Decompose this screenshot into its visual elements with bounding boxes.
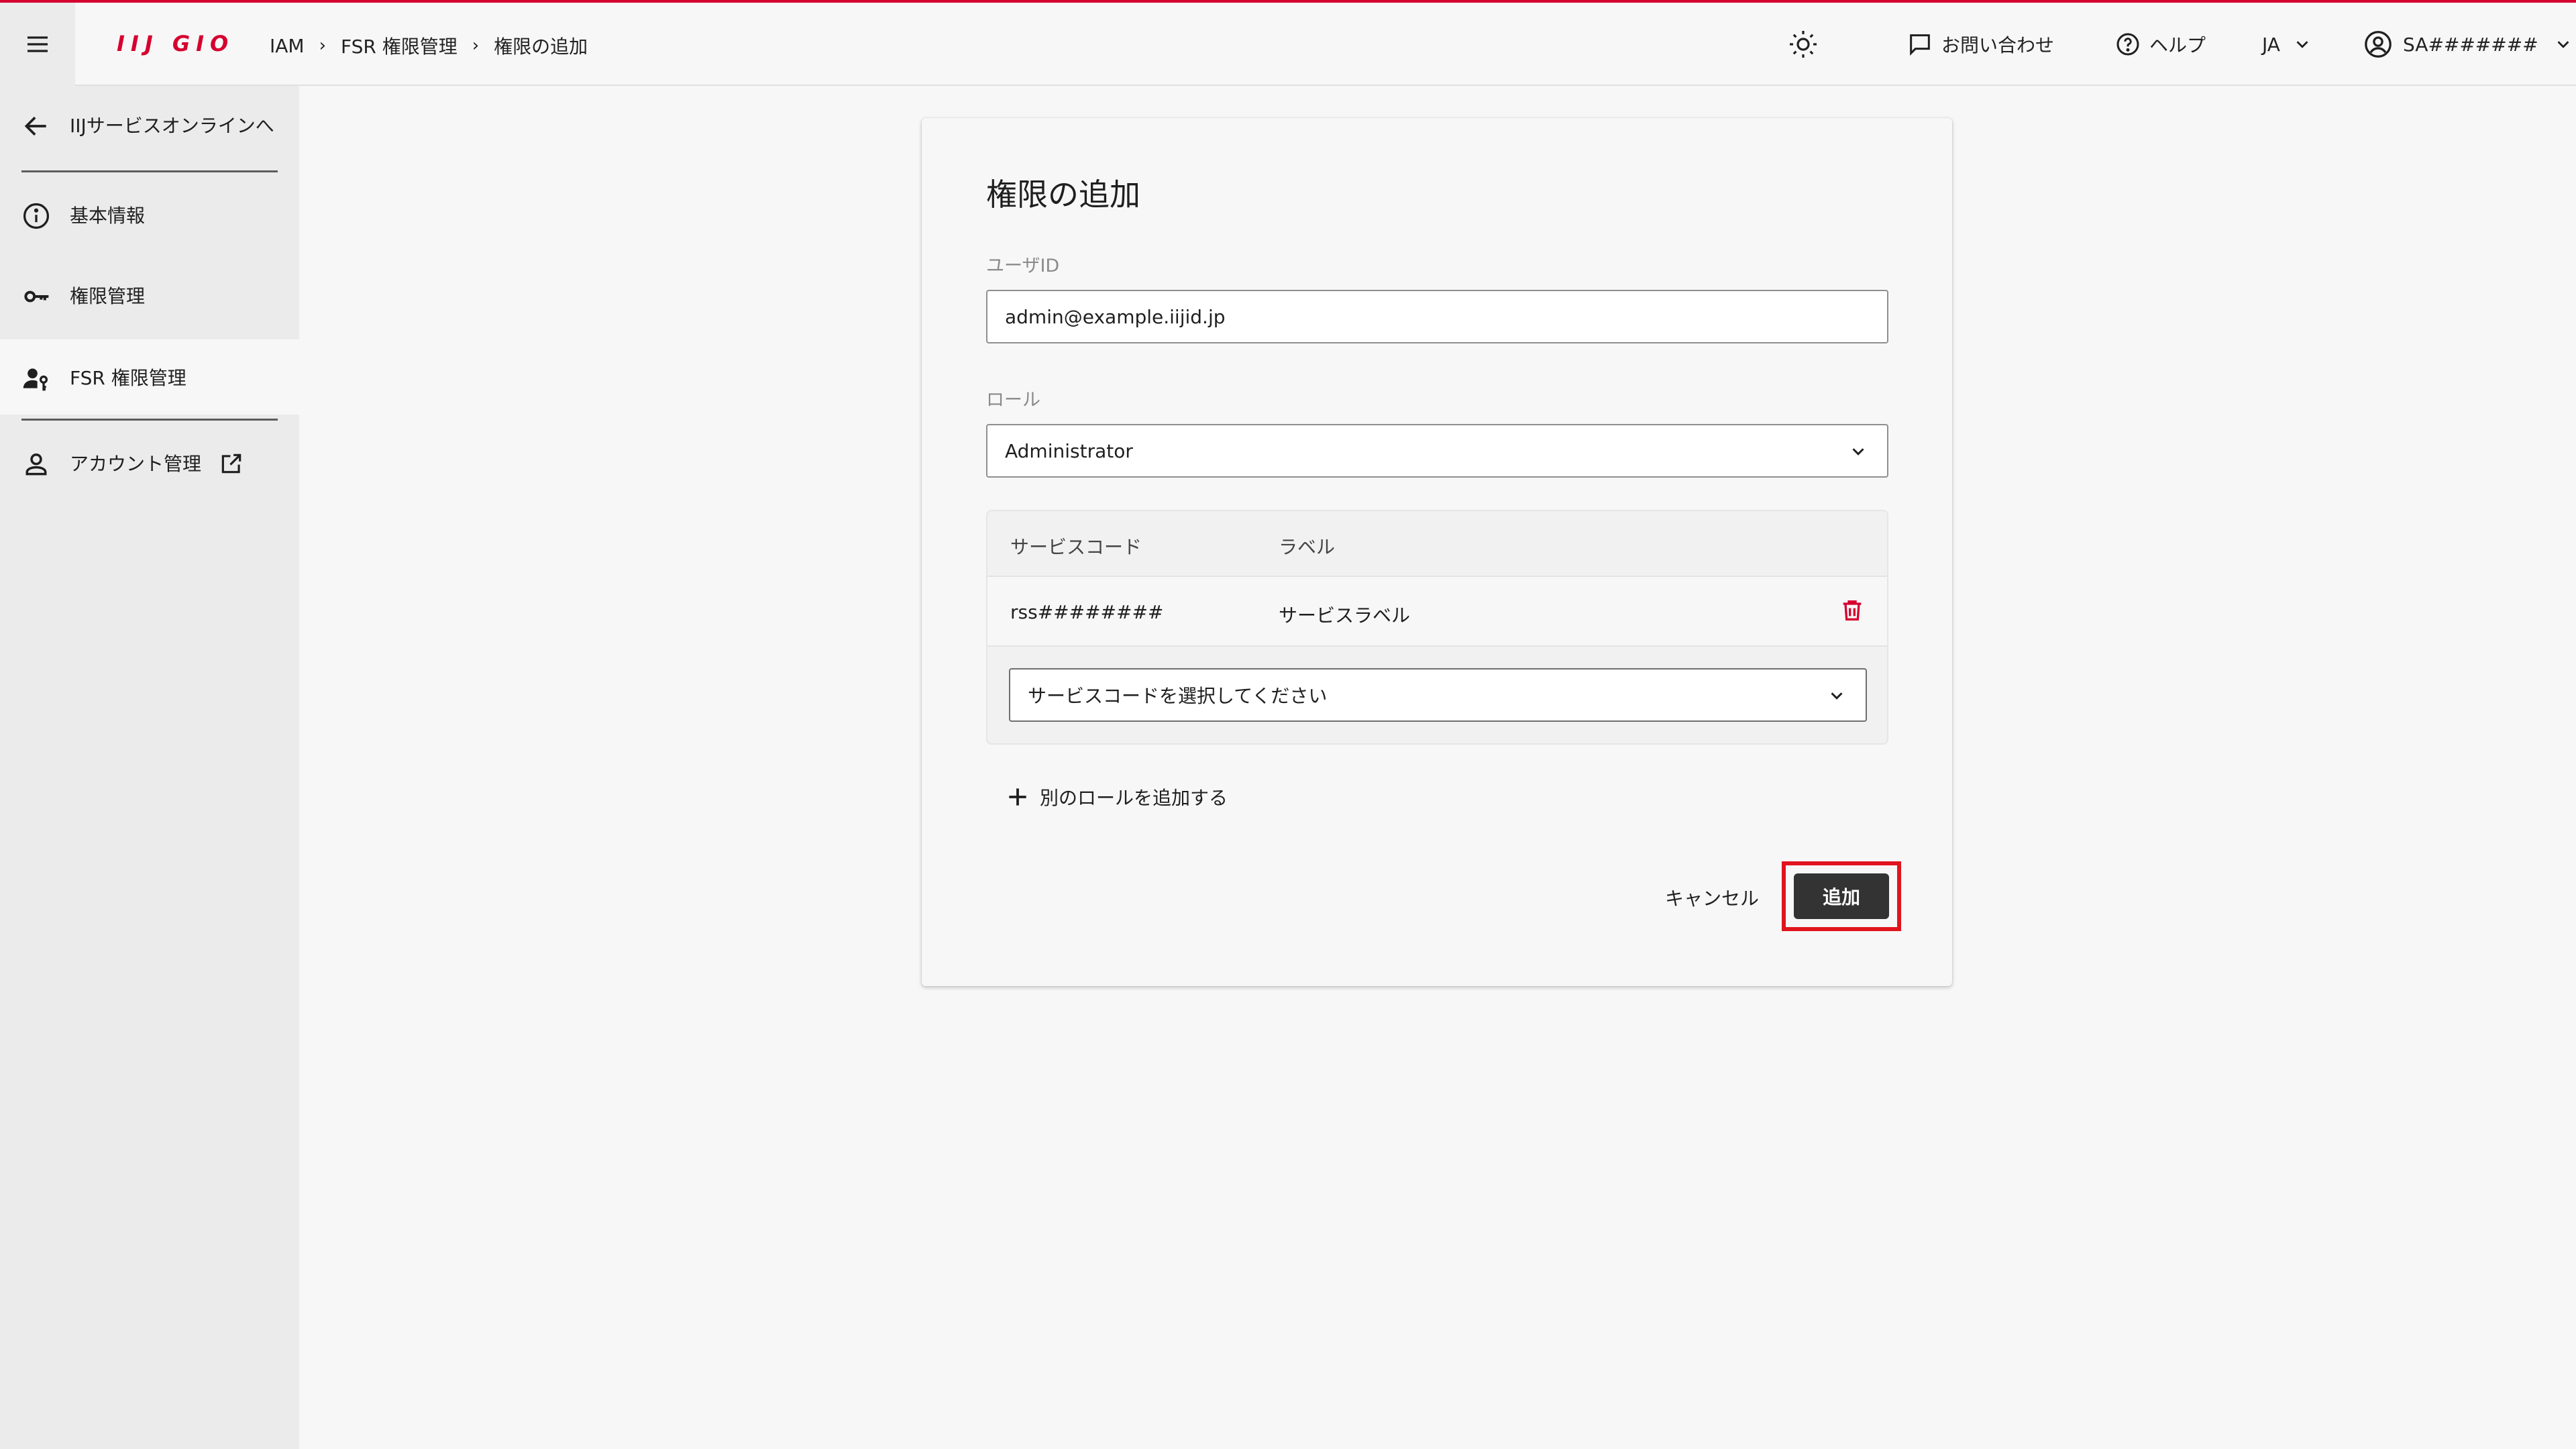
top-bar: IIJ GIO IAM › FSR 権限管理 › 権限の追加 お問い合わせ ヘル… <box>0 0 2576 86</box>
sidebar-divider <box>21 419 278 421</box>
add-another-role-label: 別のロールを追加する <box>1040 787 1228 809</box>
info-icon <box>23 203 50 229</box>
iij-gio-logo[interactable]: IIJ GIO <box>117 31 234 56</box>
service-label-cell: サービスラベル <box>1279 604 1411 627</box>
arrow-left-icon <box>24 116 46 136</box>
plus-icon <box>1009 788 1026 806</box>
chevron-down-icon <box>2296 41 2308 48</box>
contact-label: お問い合わせ <box>1941 34 2055 56</box>
help-label: ヘルプ <box>2149 34 2206 56</box>
user-id-field[interactable]: admin@example.iijid.jp <box>986 290 1888 343</box>
hamburger-menu-button[interactable] <box>0 3 75 86</box>
breadcrumb-item-current: 権限の追加 <box>494 36 588 58</box>
menu-icon <box>28 36 48 52</box>
service-code-select-placeholder: サービスコードを選択してください <box>1028 685 1328 707</box>
person-icon <box>25 453 47 476</box>
sidebar-back-link[interactable]: IIJサービスオンラインへ <box>0 87 299 162</box>
breadcrumb: IAM › FSR 権限管理 › 権限の追加 <box>270 32 588 59</box>
sidebar-item-basic-info[interactable]: 基本情報 <box>0 177 299 252</box>
chevron-down-icon <box>1831 692 1843 700</box>
sidebar-item-permissions[interactable]: 権限管理 <box>0 258 299 333</box>
external-link-icon <box>221 453 241 474</box>
sidebar-back-label: IIJサービスオンラインへ <box>70 115 274 137</box>
column-header-label: ラベル <box>1279 536 1336 558</box>
role-label: ロール <box>986 390 1040 411</box>
breadcrumb-separator: › <box>319 36 326 56</box>
add-button[interactable]: 追加 <box>1794 873 1889 919</box>
add-permission-card: 権限の追加 ユーザID admin@example.iijid.jp ロール A… <box>922 118 1952 986</box>
service-code-cell: rss######## <box>1010 601 1164 623</box>
service-table: サービスコード ラベル rss######## サービスラベル サービスコードを… <box>986 510 1888 745</box>
help-icon <box>2116 33 2139 56</box>
sun-icon <box>1790 31 1817 58</box>
breadcrumb-item-iam[interactable]: IAM <box>270 35 305 57</box>
sidebar-item-label: アカウント管理 <box>70 453 202 475</box>
service-code-select[interactable]: サービスコードを選択してください <box>1009 668 1867 722</box>
add-another-role-button[interactable]: 別のロールを追加する <box>1005 784 1228 810</box>
page-title: 権限の追加 <box>986 176 1140 213</box>
theme-toggle-button[interactable] <box>1787 3 1819 86</box>
key-icon <box>24 290 49 303</box>
language-selector[interactable]: JA <box>2262 3 2312 86</box>
help-link[interactable]: ヘルプ <box>2114 3 2206 86</box>
sidebar-item-fsr-permissions[interactable]: FSR 権限管理 <box>0 339 299 415</box>
column-header-service-code: サービスコード <box>1010 536 1142 558</box>
user-id-value: admin@example.iijid.jp <box>1005 305 1226 328</box>
contact-link[interactable]: お問い合わせ <box>1907 3 2054 86</box>
chat-icon <box>1910 34 1930 56</box>
breadcrumb-separator: › <box>472 36 480 56</box>
delete-icon[interactable] <box>1839 597 1866 624</box>
role-select-value: Administrator <box>1005 439 1133 462</box>
user-key-icon <box>23 368 48 391</box>
chevron-down-icon <box>1852 448 1864 455</box>
sidebar-item-label: 基本情報 <box>70 205 146 227</box>
chevron-down-icon <box>2557 41 2569 48</box>
account-circle-icon <box>2365 31 2392 58</box>
breadcrumb-item-fsr[interactable]: FSR 権限管理 <box>341 32 458 59</box>
sidebar-item-account-management[interactable]: アカウント管理 <box>0 425 299 500</box>
sidebar-divider <box>21 170 278 172</box>
role-select[interactable]: Administrator <box>986 424 1888 478</box>
account-menu[interactable]: SA####### <box>2363 3 2573 86</box>
sidebar-item-label: 権限管理 <box>70 285 146 307</box>
user-id-label: ユーザID <box>986 256 1060 276</box>
cancel-button[interactable]: キャンセル <box>1665 884 1759 911</box>
language-label: JA <box>2262 33 2280 56</box>
sidebar-item-label: FSR 権限管理 <box>70 367 186 389</box>
sidebar: IIJサービスオンラインへ 基本情報 権限管理 FSR 権限管理 アカウント管理 <box>0 86 299 1449</box>
table-row: rss######## サービスラベル <box>987 576 1887 647</box>
account-label: SA####### <box>2403 33 2538 56</box>
